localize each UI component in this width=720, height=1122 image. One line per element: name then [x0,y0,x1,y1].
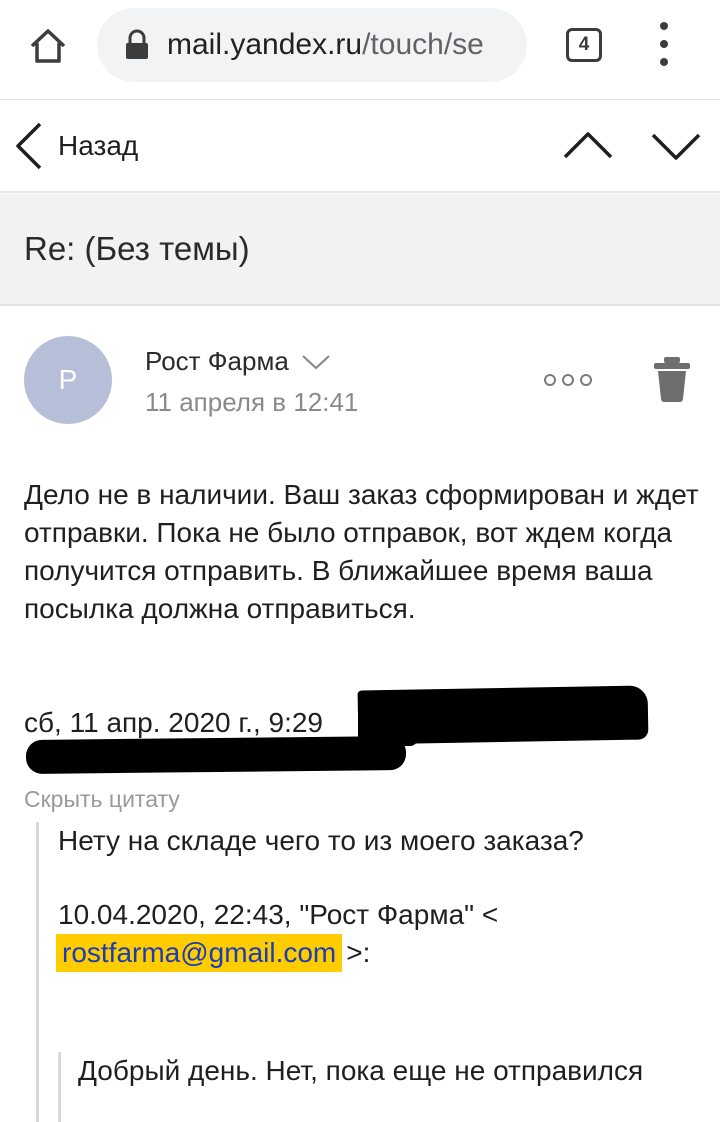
tab-switcher-button[interactable]: 4 [566,28,602,62]
sender-name: Рост Фарма [145,346,289,376]
quote-header: 10.04.2020, 22:43, "Рост Фарма" < [58,899,499,930]
home-icon [30,29,66,63]
nested-quote-text: Добрый день. Нет, пока еще не отправился [78,1055,644,1086]
message-date: 11 апреля в 12:41 [145,387,359,417]
url-path: /touch/se [362,28,484,61]
more-horiz-icon[interactable] [544,370,592,390]
quote-text: Нету на складе чего то из моего заказа? [58,825,584,856]
chevron-down-icon[interactable] [650,126,702,166]
browser-toolbar: mail.yandex.ru/touch/se 4 [0,0,720,100]
trash-icon[interactable] [650,355,694,403]
url-text: mail.yandex.ru/touch/se [167,28,484,62]
message-nav-bar: Назад [0,100,720,193]
tab-count: 4 [578,34,590,55]
more-vert-icon[interactable] [652,22,676,66]
quote-bar [36,822,39,1122]
reply-header: сб, 11 апр. 2020 г., 9:29 [24,707,324,738]
chevron-left-icon [16,122,42,170]
message-subject: Re: (Без темы) [24,230,250,267]
redaction-mark [25,736,407,774]
message-body: Дело не в наличии. Ваш заказ сформирован… [24,479,699,624]
subject-bar: Re: (Без темы) [0,194,720,306]
sender-details-toggle[interactable]: Рост Фарма [145,346,331,377]
address-bar[interactable]: mail.yandex.ru/touch/se [97,8,527,82]
quote-header-suffix: >: [346,937,371,968]
chevron-down-icon [302,354,330,369]
avatar-letter: Р [58,364,78,395]
nested-quote-bar [58,1052,61,1122]
hide-quote-link[interactable]: Скрыть цитату [24,786,180,813]
quote-email-line: rostfarma@gmail.com >: [56,934,370,972]
email-link[interactable]: rostfarma@gmail.com [56,934,343,972]
lock-icon [126,29,148,59]
back-label: Назад [58,130,139,161]
avatar: Р [24,336,112,424]
url-host: mail.yandex.ru [167,28,363,61]
home-button[interactable] [22,20,74,72]
chevron-up-icon[interactable] [562,126,614,166]
back-button[interactable]: Назад [12,118,138,174]
